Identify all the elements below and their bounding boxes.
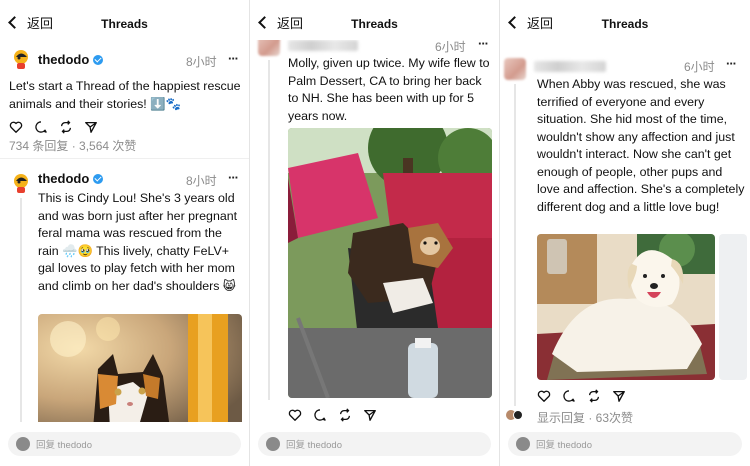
username[interactable]: thedodo <box>38 52 104 67</box>
blurred-avatar[interactable] <box>504 58 526 80</box>
post-stats[interactable]: 734 条回复 · 3,564 次赞 <box>9 137 136 154</box>
nav-bar: 返回 Threads <box>0 0 249 40</box>
comment-icon[interactable] <box>34 120 48 134</box>
share-icon[interactable] <box>363 408 377 422</box>
heart-icon[interactable] <box>9 120 23 134</box>
blurred-username <box>534 61 606 72</box>
screenshot-collage: 返回 Threads thedodo 8小时 ··· Let's start a… <box>0 0 750 466</box>
post-actions <box>9 120 98 134</box>
post-text: Molly, given up twice. My wife flew to P… <box>288 56 490 123</box>
reply-avatars <box>506 410 524 422</box>
user-avatar <box>516 437 530 451</box>
more-options-icon[interactable]: ··· <box>228 170 239 185</box>
post-time: 6小时 <box>684 60 715 74</box>
post-text: This is Cindy Lou! She's 3 years old and… <box>38 191 238 293</box>
post-actions <box>288 408 377 422</box>
verified-badge-icon <box>93 173 104 184</box>
repost-icon[interactable] <box>587 389 601 403</box>
cat-photo[interactable] <box>38 314 242 429</box>
reply-avatar-icon <box>513 410 523 420</box>
thread-line <box>514 84 516 406</box>
page-title: Threads <box>101 17 148 31</box>
username-text: thedodo <box>38 52 90 67</box>
heart-icon[interactable] <box>288 408 302 422</box>
next-photo-peek[interactable] <box>719 234 747 380</box>
post-text: Let's start a Thread of the happiest res… <box>9 79 241 111</box>
dog-in-chair-photo[interactable] <box>288 128 492 398</box>
comment-icon[interactable] <box>313 408 327 422</box>
user-avatar <box>16 437 30 451</box>
reply-placeholder: 回复 thedodo <box>536 440 592 451</box>
post-text: When Abby was rescued, she was terrified… <box>537 77 745 214</box>
blurred-username <box>288 40 358 51</box>
panel-2: 返回 Threads 6小时 ··· Molly, given up twice… <box>250 0 500 466</box>
avatar[interactable] <box>10 172 32 194</box>
avatar[interactable] <box>10 48 32 70</box>
page-title: Threads <box>601 17 649 31</box>
dog-on-rug-photo[interactable] <box>537 234 715 380</box>
user-avatar <box>266 437 280 451</box>
nav-bar: 返回 Threads <box>250 0 499 40</box>
post-actions <box>537 389 626 403</box>
heart-icon[interactable] <box>537 389 551 403</box>
post-time: 8小时 <box>186 55 217 69</box>
page-title: Threads <box>351 17 398 31</box>
panel-1: 返回 Threads thedodo 8小时 ··· Let's start a… <box>0 0 250 466</box>
post-time: 8小时 <box>186 174 217 188</box>
reply-input[interactable]: 回复 thedodo <box>258 432 491 456</box>
more-options-icon[interactable]: ··· <box>228 51 239 66</box>
thread-line <box>268 60 270 400</box>
share-icon[interactable] <box>84 120 98 134</box>
reply-input[interactable]: 回复 thedodo <box>508 432 742 456</box>
post-time: 6小时 <box>435 40 466 54</box>
nav-bar: 返回 Threads <box>500 0 750 40</box>
post-stats[interactable]: 显示回复 · 63次赞 <box>537 409 633 426</box>
username-text: thedodo <box>38 171 90 186</box>
more-options-icon[interactable]: ··· <box>726 56 737 71</box>
share-icon[interactable] <box>612 389 626 403</box>
verified-badge-icon <box>93 54 104 65</box>
comment-icon[interactable] <box>562 389 576 403</box>
reply-placeholder: 回复 thedodo <box>286 440 342 451</box>
thread-line <box>20 198 22 428</box>
username[interactable]: thedodo <box>38 171 104 186</box>
repost-icon[interactable] <box>338 408 352 422</box>
reply-placeholder: 回复 thedodo <box>36 440 92 451</box>
divider <box>0 158 249 159</box>
reply-input[interactable]: 回复 thedodo <box>8 432 241 456</box>
panel-3: 返回 Threads 6小时 ··· When Abby was rescued… <box>500 0 750 466</box>
repost-icon[interactable] <box>59 120 73 134</box>
